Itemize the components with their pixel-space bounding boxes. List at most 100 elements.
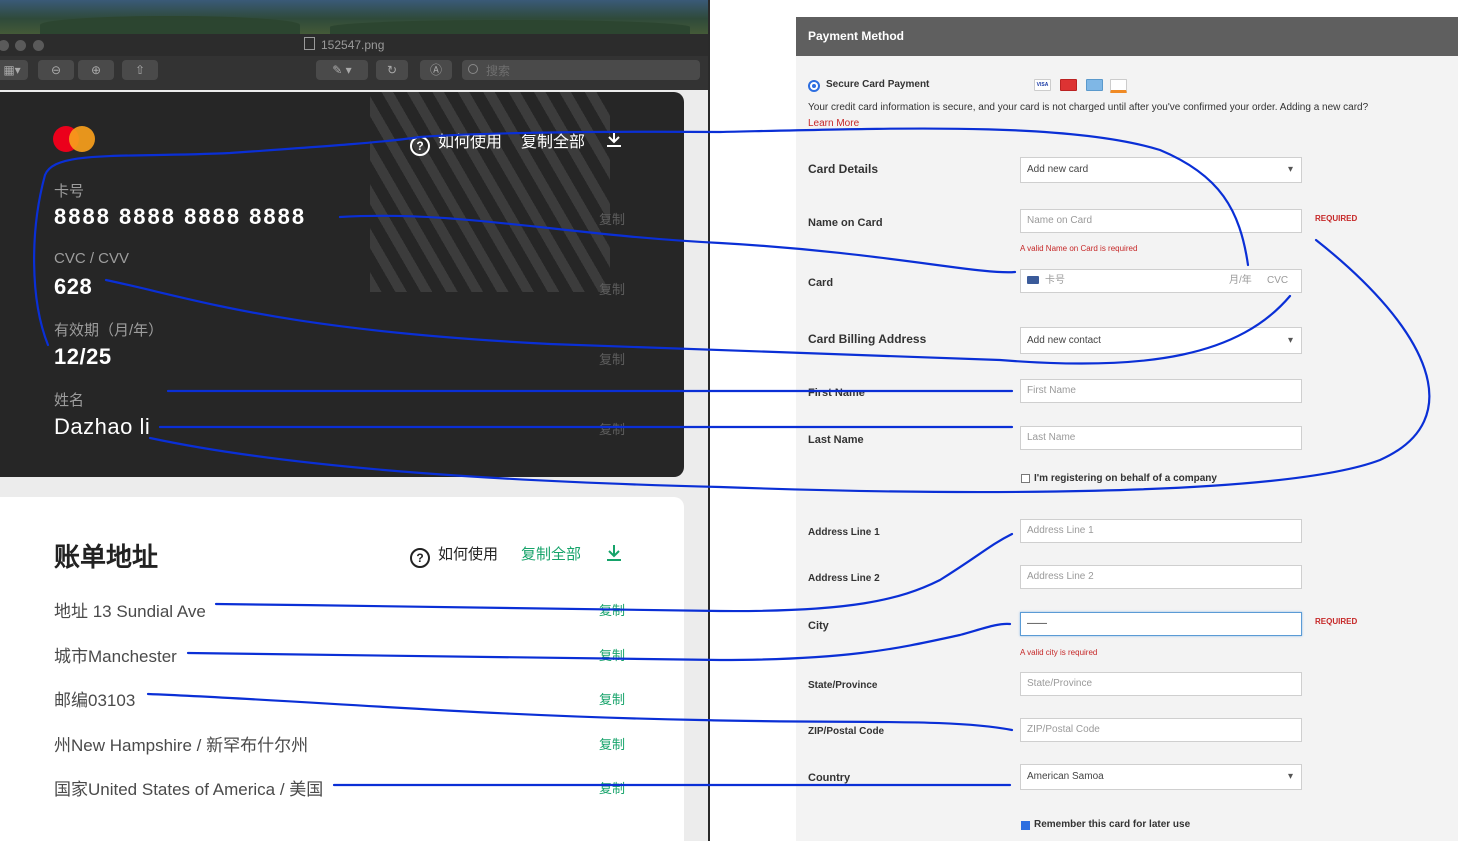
- minimize-window-button[interactable]: [15, 40, 26, 51]
- address-line-1-input[interactable]: Address Line 1: [1020, 519, 1302, 543]
- card-label: Card: [808, 277, 834, 289]
- name-on-card-input[interactable]: Name on Card: [1020, 209, 1302, 233]
- rotate-button[interactable]: ↻: [376, 60, 408, 80]
- learn-more-link[interactable]: Learn More: [808, 118, 859, 129]
- copy-card-number-button[interactable]: 复制: [599, 209, 625, 228]
- download-icon[interactable]: [604, 129, 624, 149]
- cardholder-label: 姓名: [54, 392, 85, 409]
- city-input[interactable]: ——: [1020, 612, 1302, 636]
- name-on-card-error: A valid Name on Card is required: [1020, 244, 1138, 253]
- name-on-card-label: Name on Card: [808, 217, 883, 229]
- city-row: 城市Manchester: [54, 647, 177, 666]
- remember-card-label: Remember this card for later use: [1034, 819, 1191, 830]
- checkout-page: Payment Method Secure Card Payment VISA …: [710, 0, 1458, 841]
- copy-zip-button[interactable]: 复制: [599, 689, 625, 708]
- secure-card-label: Secure Card Payment: [826, 79, 930, 90]
- security-note: Your credit card information is secure, …: [808, 102, 1369, 113]
- country-row: 国家United States of America / 美国: [54, 780, 324, 799]
- billing-title: 账单地址: [54, 542, 159, 572]
- mastercard-icon: [1060, 79, 1077, 91]
- window-title: 152547.png: [304, 37, 384, 52]
- city-error: A valid city is required: [1020, 648, 1098, 657]
- annotate-button[interactable]: Ⓐ: [420, 60, 452, 80]
- copy-expiry-button[interactable]: 复制: [599, 349, 625, 368]
- city-label: City: [808, 620, 829, 632]
- payment-method-header: Payment Method: [796, 17, 1458, 56]
- card-billing-address-label: Card Billing Address: [808, 332, 927, 346]
- billing-contact-select[interactable]: Add new contact: [1020, 327, 1302, 354]
- card-expiry-placeholder[interactable]: 月/年: [1229, 270, 1252, 292]
- share-button[interactable]: ⇧: [122, 60, 158, 80]
- card-number-value: 8888 8888 8888 8888: [54, 204, 307, 229]
- card-cvc-placeholder[interactable]: CVC: [1267, 270, 1288, 292]
- card-number-label: 卡号: [54, 183, 85, 200]
- copy-address-button[interactable]: 复制: [599, 600, 625, 619]
- card-number-placeholder: 卡号: [1045, 275, 1065, 286]
- mastercard-logo: [53, 126, 97, 152]
- viewer-toolbar: ▦▾ ⊖ ⊕ ⇧ ✎ ▾ ↻ Ⓐ 搜索: [0, 56, 710, 90]
- zoom-out-button[interactable]: ⊖: [38, 60, 74, 80]
- amex-icon: [1086, 79, 1103, 91]
- cvc-value: 628: [54, 274, 93, 299]
- copy-state-button[interactable]: 复制: [599, 734, 625, 753]
- how-to-use-button[interactable]: ? 如何使用: [410, 128, 502, 156]
- search-placeholder: 搜索: [486, 64, 511, 78]
- name-required-badge: REQUIRED: [1315, 214, 1358, 223]
- desktop-wallpaper-strip: [0, 0, 710, 34]
- card-background-pattern: [370, 92, 610, 292]
- first-name-input[interactable]: First Name: [1020, 379, 1302, 403]
- country-label: Country: [808, 772, 851, 784]
- copy-country-button[interactable]: 复制: [599, 778, 625, 797]
- download-icon[interactable]: [604, 543, 624, 563]
- zoom-window-button[interactable]: [33, 40, 44, 51]
- sidebar-toggle-button[interactable]: ▦▾: [0, 60, 28, 80]
- image-viewer-window: 152547.png ▦▾ ⊖ ⊕ ⇧ ✎ ▾ ↻ Ⓐ 搜索 ? 如何使用 复制全…: [0, 0, 710, 841]
- viewer-titlebar: 152547.png: [0, 34, 710, 56]
- card-details-select[interactable]: Add new card: [1020, 157, 1302, 183]
- first-name-label: First Name: [808, 387, 865, 399]
- card-info-panel: ? 如何使用 复制全部 卡号 8888 8888 8888 8888 复制 CVC…: [0, 92, 684, 477]
- expiry-label: 有效期（月/年）: [54, 322, 164, 339]
- copy-all-button[interactable]: 复制全部: [521, 128, 585, 152]
- zoom-in-button[interactable]: ⊕: [78, 60, 114, 80]
- address-line-1-label: Address Line 1: [808, 527, 880, 538]
- zip-row: 邮编03103: [54, 691, 136, 710]
- expiry-value: 12/25: [54, 344, 112, 369]
- last-name-label: Last Name: [808, 434, 864, 446]
- company-checkbox[interactable]: [1021, 474, 1030, 483]
- state-input[interactable]: State/Province: [1020, 672, 1302, 696]
- company-checkbox-label: I'm registering on behalf of a company: [1034, 473, 1217, 484]
- file-name: 152547.png: [321, 38, 385, 52]
- billing-how-to-use-button[interactable]: ? 如何使用: [410, 543, 498, 568]
- secure-card-radio[interactable]: [808, 80, 820, 92]
- copy-cardholder-button[interactable]: 复制: [599, 419, 625, 438]
- document-icon: [304, 37, 315, 50]
- search-field[interactable]: 搜索: [462, 60, 700, 80]
- visa-icon: VISA: [1034, 79, 1051, 91]
- card-input[interactable]: 卡号 月/年 CVC: [1020, 269, 1302, 293]
- city-required-badge: REQUIRED: [1315, 617, 1358, 626]
- address-line-2-input[interactable]: Address Line 2: [1020, 565, 1302, 589]
- copy-city-button[interactable]: 复制: [599, 645, 625, 664]
- cardholder-value: Dazhao li: [54, 414, 151, 439]
- close-window-button[interactable]: [0, 40, 9, 51]
- discover-icon: [1110, 79, 1127, 93]
- markup-button[interactable]: ✎ ▾: [316, 60, 368, 80]
- remember-card-checkbox[interactable]: [1021, 821, 1030, 830]
- help-icon: ?: [410, 548, 430, 568]
- cvc-label: CVC / CVV: [54, 250, 130, 267]
- credit-card-icon: [1027, 276, 1039, 284]
- billing-address-panel: 账单地址 ? 如何使用 复制全部 地址 13 Sundial Ave 复制 城市M…: [0, 497, 684, 841]
- billing-copy-all-button[interactable]: 复制全部: [521, 543, 581, 564]
- country-select[interactable]: American Samoa: [1020, 764, 1302, 790]
- payment-method-form: Payment Method Secure Card Payment VISA …: [796, 17, 1458, 841]
- card-details-label: Card Details: [808, 162, 879, 176]
- address-row: 地址 13 Sundial Ave: [54, 602, 206, 621]
- zip-input[interactable]: ZIP/Postal Code: [1020, 718, 1302, 742]
- copy-cvc-button[interactable]: 复制: [599, 279, 625, 298]
- last-name-input[interactable]: Last Name: [1020, 426, 1302, 450]
- address-line-2-label: Address Line 2: [808, 573, 880, 584]
- search-icon: [468, 64, 478, 74]
- state-label: State/Province: [808, 680, 878, 691]
- state-row: 州New Hampshire / 新罕布什尔州: [54, 736, 309, 755]
